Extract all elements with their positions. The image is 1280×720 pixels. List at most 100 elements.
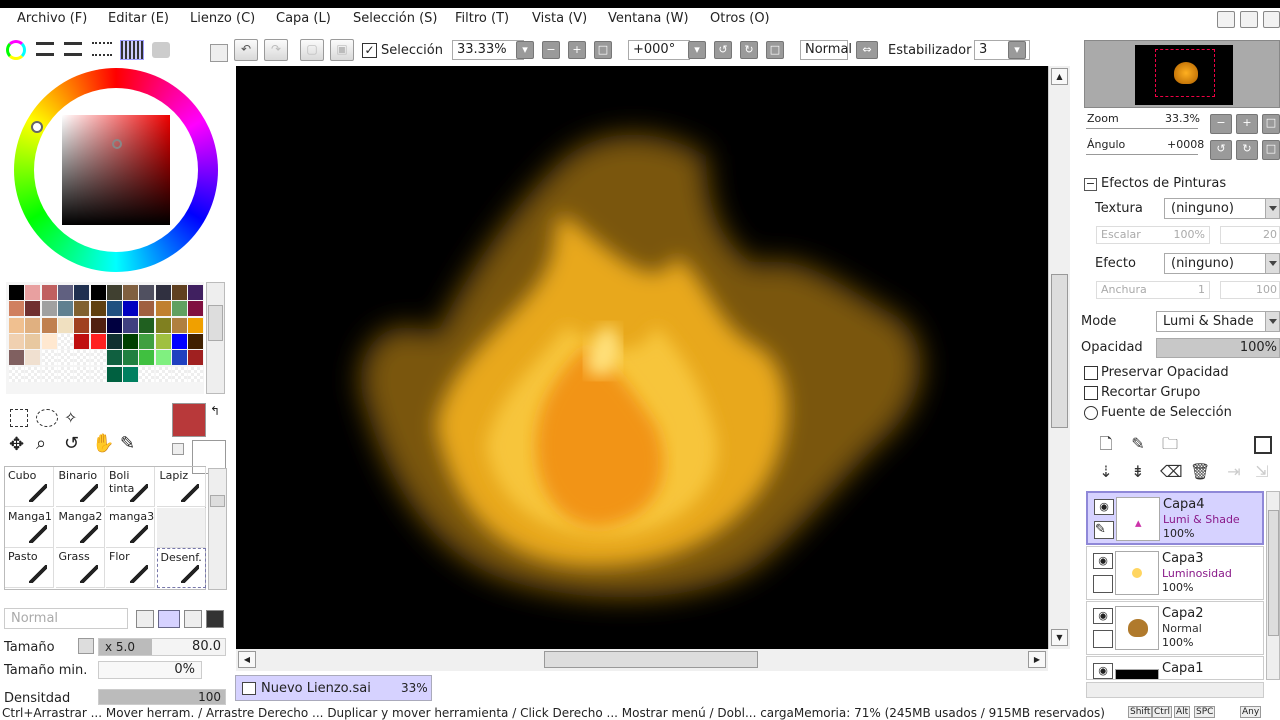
color-swatch[interactable] (172, 333, 187, 349)
density-slider[interactable]: 100 (98, 689, 226, 705)
scroll-down-icon[interactable]: ▼ (1051, 629, 1068, 646)
color-swatch[interactable] (139, 350, 155, 366)
maximize-button[interactable] (1240, 11, 1258, 28)
new-layer-icon[interactable]: 🗋 (1096, 434, 1116, 454)
nav-zoom-in-icon[interactable]: + (1236, 114, 1258, 134)
layer-mask-icon[interactable] (1254, 436, 1272, 454)
nav-zoom-out-icon[interactable]: − (1210, 114, 1232, 134)
scratchpad-icon[interactable] (152, 42, 170, 58)
color-swatch[interactable] (106, 333, 122, 349)
color-swatch[interactable] (90, 366, 106, 382)
visibility-eye-icon[interactable]: ◉ (1093, 608, 1113, 624)
color-swatch[interactable] (188, 301, 204, 317)
nav-rotate-right-icon[interactable]: ↻ (1236, 140, 1258, 160)
zoom-icon[interactable]: ⌕ (36, 433, 46, 454)
magic-wand-icon[interactable]: ✧ (64, 408, 77, 427)
brush-tool[interactable]: Grass (55, 548, 105, 588)
nav-zoom-reset-icon[interactable]: □ (1262, 114, 1280, 134)
color-swatch[interactable] (9, 333, 24, 349)
menu-ventana[interactable]: Ventana (W) (608, 11, 689, 26)
color-swatch[interactable] (90, 317, 106, 333)
brush-tool[interactable]: manga3 (106, 507, 155, 548)
color-swatch[interactable] (172, 317, 187, 333)
angle-field[interactable]: +000° (628, 40, 690, 60)
nav-rotate-left-icon[interactable]: ↺ (1210, 140, 1232, 160)
reset-colors-icon[interactable] (172, 443, 184, 455)
canvas-horizontal-scrollbar[interactable]: ◀ ▶ (236, 649, 1048, 671)
minimize-button[interactable] (1217, 11, 1235, 28)
visibility-eye-icon[interactable]: ◉ (1094, 499, 1114, 515)
color-swatch[interactable] (123, 317, 139, 333)
color-swatch[interactable] (106, 285, 122, 300)
brush-tool[interactable]: Binario (55, 467, 105, 507)
color-swatch[interactable] (41, 366, 57, 382)
collapse-effects-icon[interactable]: − (1084, 178, 1097, 191)
layer-item[interactable]: ◉ Capa2 Normal 100% (1086, 601, 1264, 655)
visibility-eye-icon[interactable]: ◉ (1093, 663, 1113, 679)
color-swatch[interactable] (57, 317, 73, 333)
color-swatch[interactable] (25, 350, 41, 366)
scroll-right-icon[interactable]: ▶ (1028, 651, 1046, 668)
color-swatch[interactable] (155, 301, 171, 317)
stabilizer-dropdown-icon[interactable]: ▾ (1008, 41, 1026, 59)
color-swatch[interactable] (123, 350, 139, 366)
layer-opacity-slider[interactable]: 100% (1156, 338, 1280, 358)
color-swatch[interactable] (74, 317, 90, 333)
hand-icon[interactable]: ✋ (92, 433, 114, 454)
brush-tool[interactable]: Flor (106, 548, 155, 588)
navigator-preview[interactable] (1084, 40, 1280, 108)
menu-filtro[interactable]: Filtro (T) (455, 11, 509, 26)
clip-group-checkbox[interactable] (1084, 386, 1098, 400)
size-slider[interactable]: x 5.0 80.0 (98, 638, 226, 656)
color-swatch[interactable] (9, 366, 24, 382)
menu-otros[interactable]: Otros (O) (710, 11, 770, 26)
zoom-out-icon[interactable]: − (542, 41, 560, 59)
menu-editar[interactable]: Editar (E) (108, 11, 169, 26)
new-folder-icon[interactable]: 🗀 (1160, 434, 1180, 454)
color-swatch[interactable] (123, 301, 139, 317)
color-swatch[interactable] (106, 317, 122, 333)
brush-shape-4-icon[interactable] (206, 610, 224, 628)
texture-scale-field[interactable]: Escalar 100% (1096, 226, 1210, 244)
color-wheel-mode-icon[interactable] (6, 40, 26, 60)
rotate-left-icon[interactable]: ↺ (714, 41, 732, 59)
color-swatch[interactable] (74, 366, 90, 382)
brush-shape-1-icon[interactable] (136, 610, 154, 628)
zoom-reset-icon[interactable]: □ (594, 41, 612, 59)
color-swatch[interactable] (57, 333, 73, 349)
selection-checkbox[interactable]: ✓ (362, 43, 377, 58)
canvas-vertical-scrollbar[interactable]: ▲ ▼ (1048, 66, 1070, 649)
brush-tool[interactable]: Pasto (5, 548, 54, 588)
color-swatch[interactable] (74, 350, 90, 366)
color-swatch[interactable] (139, 366, 155, 382)
color-swatch[interactable] (155, 285, 171, 300)
color-swatch[interactable] (9, 285, 24, 300)
swatches-icon[interactable] (120, 40, 144, 60)
color-swatch[interactable] (139, 317, 155, 333)
color-swatch[interactable] (90, 285, 106, 300)
brush-tool[interactable]: Cubo (5, 467, 54, 507)
effect-strength-field[interactable]: 100 (1220, 281, 1280, 299)
menu-vista[interactable]: Vista (V) (532, 11, 587, 26)
menu-archivo[interactable]: Archivo (F) (17, 11, 87, 26)
saturation-value-square[interactable] (62, 115, 170, 225)
color-swatch[interactable] (90, 350, 106, 366)
color-swatch[interactable] (90, 333, 106, 349)
color-swatch[interactable] (41, 333, 57, 349)
brush-tool[interactable] (156, 507, 206, 548)
deselect-button[interactable]: ▢ (300, 39, 324, 61)
color-swatch[interactable] (172, 301, 187, 317)
brush-tool[interactable]: Boli tinta (106, 467, 155, 507)
merge-down-icon[interactable]: ⇟ (1128, 462, 1148, 482)
color-swatch[interactable] (155, 317, 171, 333)
zoom-slider[interactable] (1086, 128, 1198, 129)
rgb-slider-icon[interactable] (36, 42, 54, 56)
color-swatch[interactable] (123, 366, 139, 382)
drawing-canvas[interactable] (236, 66, 1048, 649)
color-swatch[interactable] (188, 317, 204, 333)
color-swatch[interactable] (25, 301, 41, 317)
layer-mode-dropdown[interactable]: Lumi & Shade (1156, 311, 1280, 332)
color-swatch[interactable] (25, 317, 41, 333)
hue-cursor[interactable] (31, 121, 43, 133)
panel-options-icon[interactable] (210, 44, 228, 62)
